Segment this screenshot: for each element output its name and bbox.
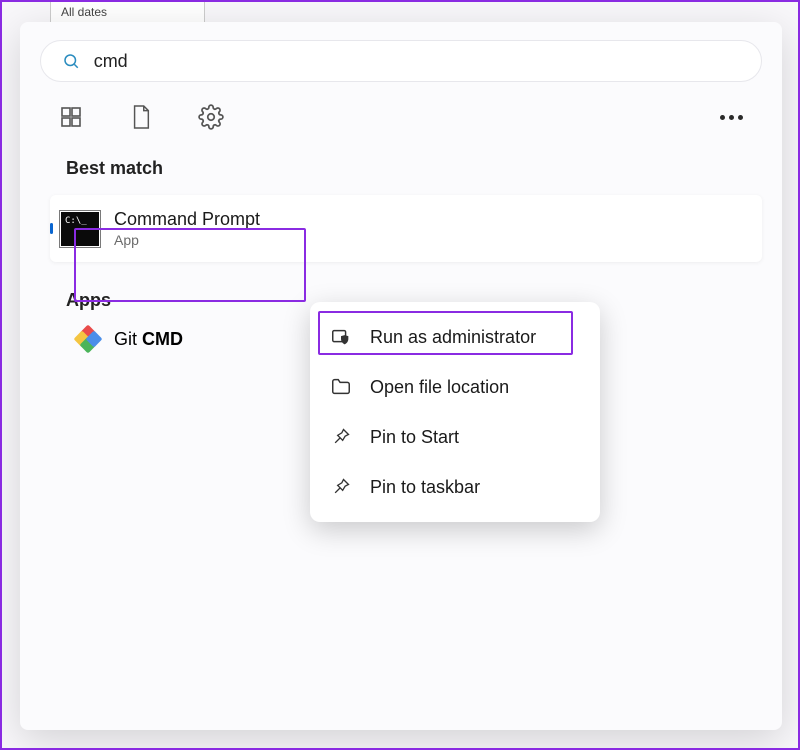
apps-filter-icon[interactable] <box>58 104 84 130</box>
context-menu: Run as administrator Open file location … <box>310 302 600 522</box>
menu-item-label: Open file location <box>370 377 509 398</box>
best-match-heading: Best match <box>66 158 762 179</box>
menu-item-label: Pin to taskbar <box>370 477 480 498</box>
pin-icon <box>330 426 352 448</box>
more-options-icon[interactable] <box>718 104 744 130</box>
settings-filter-icon[interactable] <box>198 104 224 130</box>
filter-toolbar <box>40 82 762 152</box>
documents-filter-icon[interactable] <box>128 104 154 130</box>
search-input[interactable] <box>94 51 743 72</box>
folder-icon <box>330 376 352 398</box>
apps-result-label: Git CMD <box>114 329 183 350</box>
search-box[interactable] <box>40 40 762 82</box>
result-title: Command Prompt <box>114 209 260 230</box>
pin-icon <box>330 476 352 498</box>
admin-shield-icon <box>330 326 352 348</box>
command-prompt-icon <box>60 211 100 247</box>
git-cmd-icon <box>76 327 100 351</box>
result-subtitle: App <box>114 232 260 248</box>
best-match-result[interactable]: Command Prompt App <box>50 195 762 262</box>
menu-run-as-administrator[interactable]: Run as administrator <box>316 312 594 362</box>
menu-item-label: Pin to Start <box>370 427 459 448</box>
menu-item-label: Run as administrator <box>370 327 536 348</box>
menu-open-file-location[interactable]: Open file location <box>316 362 594 412</box>
menu-pin-to-taskbar[interactable]: Pin to taskbar <box>316 462 594 512</box>
menu-pin-to-start[interactable]: Pin to Start <box>316 412 594 462</box>
search-icon <box>59 48 84 74</box>
